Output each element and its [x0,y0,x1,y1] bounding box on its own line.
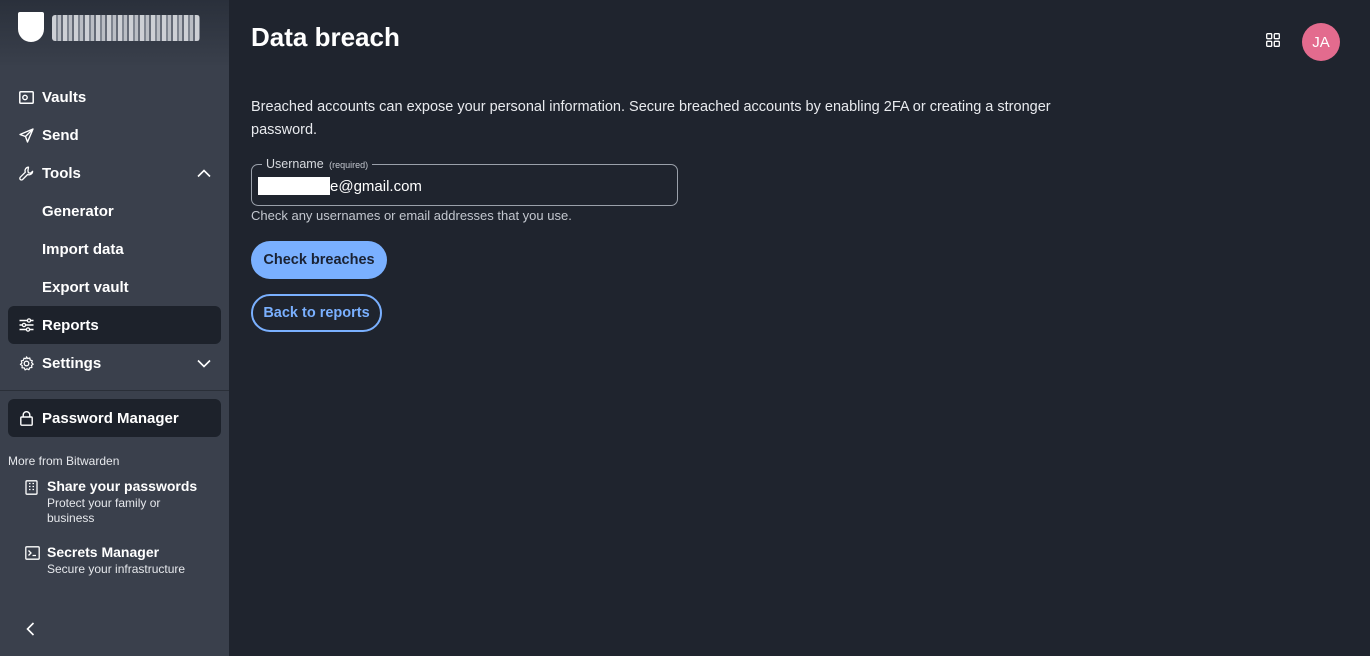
sidebar-item-import-data[interactable]: Import data [8,230,221,268]
page-title: Data breach [251,22,400,52]
username-field: Username (required) [251,156,678,206]
product-title: Share your passwords [47,478,198,494]
product-text: Share your passwords Protect your family… [47,478,197,526]
product-switcher-button[interactable] [1264,32,1282,52]
product-text: Secrets Manager Secure your infrastructu… [47,544,197,577]
send-icon [18,127,34,143]
username-hint: Check any usernames or email addresses t… [251,208,572,223]
sidebar-item-generator[interactable]: Generator [8,192,221,230]
product-title: Secrets Manager [47,544,160,560]
sidebar-item-label: Import data [42,240,124,258]
grid-icon [1266,32,1280,52]
gear-icon [18,355,34,371]
sidebar-item-password-manager[interactable]: Password Manager [8,399,221,437]
lock-icon [18,410,34,426]
product-share-passwords[interactable]: Share your passwords Protect your family… [0,478,229,526]
username-label-text: Username [266,157,324,171]
product-description: Secure your infrastructure [47,562,186,576]
avatar[interactable]: JA [1302,23,1340,61]
username-input[interactable] [258,176,658,196]
main-content: Data breach JA Breached accounts can exp… [229,0,1370,656]
sidebar-item-send[interactable]: Send [8,116,221,154]
more-from-bitwarden-title: More from Bitwarden [8,454,120,468]
sidebar-item-label: Send [42,126,79,144]
page-description: Breached accounts can expose your person… [251,99,1051,138]
chevron-left-icon [25,621,35,641]
building-icon [25,480,41,496]
sidebar-item-label: Settings [42,354,102,372]
terminal-icon [25,546,41,562]
sidebar: Vaults Send Tools Generator Import data … [0,0,229,656]
product-description: Protect your family or business [47,496,161,525]
sidebar-item-label: Password Manager [42,409,179,427]
sidebar-item-label: Generator [42,202,114,220]
sidebar-nav: Vaults Send Tools Generator Import data … [0,78,229,382]
sidebar-item-tools[interactable]: Tools [8,154,221,192]
required-marker: (required) [329,160,369,170]
chevron-down-icon [197,355,211,372]
check-breaches-button[interactable]: Check breaches [251,241,387,279]
chevron-up-icon [197,165,211,182]
sliders-icon [18,317,34,333]
logo[interactable] [0,0,229,68]
wrench-icon [18,165,34,181]
username-label: Username (required) [262,156,373,173]
sidebar-item-reports[interactable]: Reports [8,306,221,344]
sidebar-item-label: Tools [42,164,81,182]
logo-wordmark [52,15,200,41]
product-secrets-manager[interactable]: Secrets Manager Secure your infrastructu… [0,544,229,577]
bitwarden-shield-icon [18,12,44,42]
app: Vaults Send Tools Generator Import data … [0,0,1370,656]
sidebar-item-vaults[interactable]: Vaults [8,78,221,116]
sidebar-item-label: Vaults [42,88,87,106]
sidebar-divider [0,390,229,391]
sidebar-item-export-vault[interactable]: Export vault [8,268,221,306]
sidebar-item-label: Reports [42,316,99,334]
header-actions: JA [1264,23,1340,61]
collapse-sidebar-button[interactable] [20,620,40,642]
sidebar-item-settings[interactable]: Settings [8,344,221,382]
back-to-reports-button[interactable]: Back to reports [251,294,382,332]
sidebar-item-label: Export vault [42,278,129,296]
vault-icon [18,89,34,105]
